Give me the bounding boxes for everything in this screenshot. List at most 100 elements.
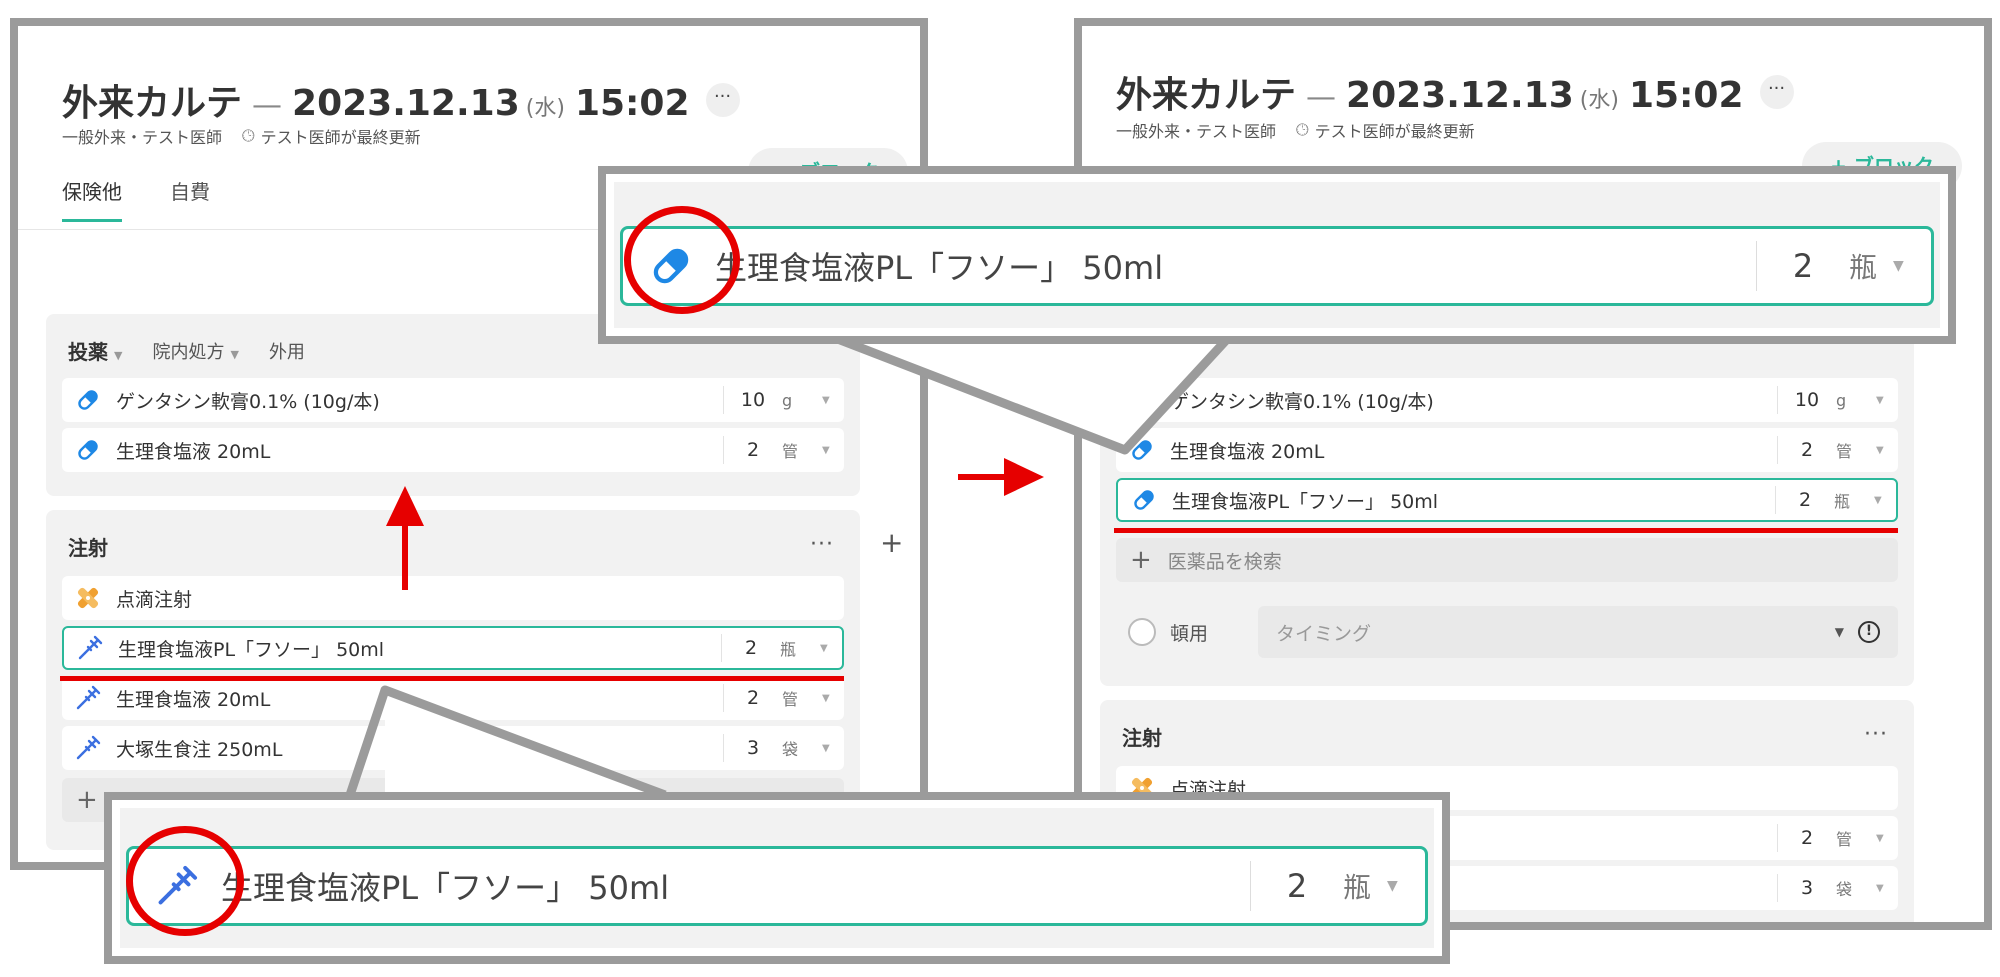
title-time: 15:02: [1628, 75, 1744, 116]
item-unit[interactable]: 管: [782, 438, 822, 462]
subtitle: 一般外来・テスト医師 🕒︎ テスト医師が最終更新: [62, 124, 421, 148]
item-quantity[interactable]: 2: [1778, 827, 1836, 849]
item-unit: 瓶: [1343, 871, 1372, 904]
list-item[interactable]: 生理食塩液 20mL 2 管 ▼: [62, 428, 844, 472]
item-name: ゲンタシン軟膏0.1% (10g/本): [116, 390, 380, 413]
add-section-button[interactable]: +: [880, 526, 903, 559]
item-unit[interactable]: 管: [1836, 826, 1876, 850]
item-quantity[interactable]: 2: [724, 439, 782, 461]
chevron-down-icon: ▼: [822, 394, 830, 406]
syringe-icon: [74, 734, 102, 762]
syringe-icon: [74, 684, 102, 712]
medication-type-dropdown[interactable]: 投薬 ▼: [68, 336, 122, 365]
title-date: 2023.12.13: [292, 83, 520, 124]
item-quantity[interactable]: 2: [1776, 489, 1834, 511]
injection-more-button[interactable]: ···: [810, 532, 834, 557]
as-needed-radio[interactable]: [1128, 618, 1156, 646]
item-unit[interactable]: g: [782, 391, 822, 410]
highlight-underline: [1114, 528, 1898, 533]
page-title: 外来カルテ — 2023.12.13 (水) 15:02 ···: [1116, 66, 1794, 118]
zoomed-row-syringe: 生理食塩液PL「フソー」 50ml 2 瓶 ▼: [126, 846, 1428, 926]
tab-self-pay[interactable]: 自費: [170, 176, 210, 222]
item-quantity[interactable]: 2: [722, 637, 780, 659]
pill-icon: [1128, 386, 1156, 414]
clock-icon: 🕒︎: [1296, 120, 1309, 139]
item-unit: 瓶: [1849, 251, 1878, 284]
item-unit[interactable]: g: [1836, 391, 1876, 410]
item-quantity[interactable]: 2: [1778, 439, 1836, 461]
list-item[interactable]: ゲンタシン軟膏0.1% (10g/本) 10 g ▼: [1116, 378, 1898, 422]
chevron-down-icon: ▼: [230, 347, 239, 361]
chevron-down-icon: ▼: [1387, 878, 1398, 894]
pill-icon: [1128, 436, 1156, 464]
injection-title: 注射: [68, 536, 108, 560]
prescription-type-dropdown[interactable]: 院内処方 ▼: [152, 338, 238, 364]
highlight-circle-syringe: [126, 826, 244, 936]
as-needed-label: 頓用: [1170, 622, 1209, 645]
plus-icon: +: [76, 785, 98, 815]
department-doctor: 一般外来・テスト医師: [62, 128, 223, 147]
last-updated: テスト医師が最終更新: [260, 128, 421, 147]
item-quantity[interactable]: 10: [1778, 389, 1836, 411]
last-updated: テスト医師が最終更新: [1314, 122, 1475, 141]
plus-icon: +: [1130, 545, 1152, 575]
search-placeholder: 医薬品を検索: [1167, 550, 1282, 573]
item-unit[interactable]: 管: [1836, 438, 1876, 462]
title-more-button[interactable]: ···: [1759, 75, 1794, 109]
chevron-down-icon: ▼: [1834, 625, 1844, 639]
pill-icon: [1130, 486, 1158, 514]
highlight-underline: [60, 676, 844, 681]
item-quantity[interactable]: 3: [724, 737, 782, 759]
title-main: 外来カルテ: [62, 83, 243, 124]
item-quantity: 2: [1286, 867, 1308, 905]
item-unit[interactable]: 管: [782, 686, 822, 710]
list-item[interactable]: 点滴注射: [62, 576, 844, 620]
department-doctor: 一般外来・テスト医師: [1116, 122, 1277, 141]
external-use-label[interactable]: 外用: [269, 338, 305, 364]
medication-section-header: 投薬 ▼ 院内処方 ▼ 外用: [68, 336, 305, 365]
title-dash: —: [1306, 80, 1337, 115]
pill-icon: [74, 386, 102, 414]
chevron-down-icon: ▼: [114, 349, 123, 362]
list-item-selected[interactable]: 生理食塩液PL「フソー」 50ml 2 瓶 ▼: [1116, 478, 1898, 522]
chevron-down-icon: ▼: [1893, 258, 1904, 274]
tab-insurance[interactable]: 保険他: [62, 176, 122, 222]
injection-section-header: 注射: [68, 532, 108, 561]
item-unit[interactable]: 瓶: [780, 636, 820, 660]
item-quantity[interactable]: 3: [1778, 877, 1836, 899]
prescription-type-label: 院内処方: [152, 341, 225, 363]
title-main: 外来カルテ: [1116, 75, 1297, 116]
item-quantity[interactable]: 2: [724, 687, 782, 709]
left-screen-before: 外来カルテ — 2023.12.13 (水) 15:02 ··· 一般外来・テス…: [10, 18, 928, 870]
item-name: ゲンタシン軟膏0.1% (10g/本): [1170, 390, 1434, 413]
list-item[interactable]: 生理食塩液 20mL 2 管 ▼: [1116, 428, 1898, 472]
item-unit[interactable]: 袋: [1836, 876, 1876, 900]
item-unit[interactable]: 袋: [782, 736, 822, 760]
item-name: 生理食塩液PL「フソー」 50ml: [1172, 490, 1439, 513]
list-item[interactable]: ゲンタシン軟膏0.1% (10g/本) 10 g ▼: [62, 378, 844, 422]
pill-icon: [74, 436, 102, 464]
item-name: 生理食塩液PL「フソー」 50ml: [221, 869, 670, 907]
injection-more-button[interactable]: ···: [1864, 722, 1888, 747]
injection-section-header: 注射: [1122, 722, 1162, 751]
title-date: 2023.12.13: [1346, 75, 1574, 116]
item-quantity: 2: [1792, 247, 1814, 285]
chevron-down-icon: ▼: [822, 444, 830, 456]
timing-select[interactable]: タイミング ▼ !: [1258, 606, 1898, 658]
chevron-down-icon: ▼: [1876, 832, 1884, 844]
item-unit[interactable]: 瓶: [1834, 488, 1874, 512]
list-item[interactable]: 生理食塩液 20mL 2 管 ▼: [62, 676, 844, 720]
list-item-selected[interactable]: 生理食塩液PL「フソー」 50ml 2 瓶 ▼: [62, 626, 844, 670]
title-weekday: (水): [1579, 88, 1619, 113]
item-quantity[interactable]: 10: [724, 389, 782, 411]
medicine-search-input[interactable]: + 医薬品を検索: [1116, 538, 1898, 582]
item-name: 生理食塩液 20mL: [116, 440, 271, 463]
zoom-callout-after: 生理食塩液PL「フソー」 50ml 2 瓶 ▼: [598, 166, 1956, 344]
list-item[interactable]: 大塚生食注 250mL 3 袋 ▼: [62, 726, 844, 770]
title-dash: —: [252, 88, 283, 123]
syringe-icon: [76, 634, 104, 662]
medication-title: 投薬: [68, 340, 108, 364]
alert-icon[interactable]: !: [1858, 621, 1880, 643]
title-more-button[interactable]: ···: [705, 83, 740, 117]
chevron-down-icon: ▼: [820, 642, 828, 654]
